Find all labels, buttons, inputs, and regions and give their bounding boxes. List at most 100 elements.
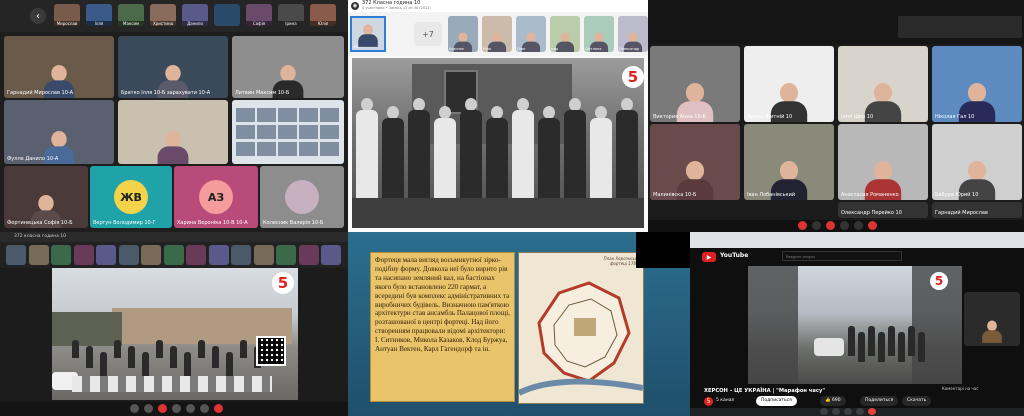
zoom-tile-label: Ілля Щер 10: [841, 114, 874, 120]
zoom-control-button[interactable]: [798, 221, 807, 230]
meet-control-button[interactable]: [868, 408, 876, 415]
bl-control-button[interactable]: [200, 404, 209, 413]
thumb-participant[interactable]: Софія: [246, 4, 272, 26]
bl-thumb[interactable]: [186, 245, 206, 265]
yt-channel-5-logo: 5: [930, 272, 948, 290]
mini-tile: [299, 142, 318, 156]
video-tile[interactable]: АЗ Харина Вероніка 10-В 10-А: [174, 166, 258, 228]
thumb-participant[interactable]: Данило: [182, 4, 208, 26]
bl-thumb[interactable]: [141, 245, 161, 265]
bl-control-button[interactable]: [172, 404, 181, 413]
zoom-control-button[interactable]: [826, 221, 835, 230]
bl-thumb[interactable]: [208, 245, 229, 265]
bl-thumb[interactable]: [231, 245, 251, 265]
bl-thumb[interactable]: [51, 245, 71, 265]
strip-participant[interactable]: Учасник: [448, 16, 478, 52]
video-tile[interactable]: Фертинецька Софія 10-Б: [4, 166, 88, 228]
thumb-participant[interactable]: Юлія: [310, 4, 336, 26]
bl-thumb[interactable]: [28, 245, 49, 265]
yt-person: [888, 326, 895, 356]
meet-control-button[interactable]: [820, 408, 828, 415]
zoom-video-tile[interactable]: Бабура Юрий 10: [932, 124, 1022, 200]
bl-thumb[interactable]: [73, 245, 94, 265]
strip-participant[interactable]: Олег: [516, 16, 546, 52]
strip-participant[interactable]: Ніна: [482, 16, 512, 52]
video-tile[interactable]: Братко Ілля 10-Б зарахувати 10-А: [118, 36, 228, 98]
zoom-control-button[interactable]: [840, 221, 849, 230]
video-tile[interactable]: Фулле Данило 10-А: [4, 100, 114, 164]
meet-control-button[interactable]: [832, 408, 840, 415]
strip-participant[interactable]: Олександр: [618, 16, 648, 52]
meet-control-button[interactable]: [856, 408, 864, 415]
yt-video[interactable]: 5: [748, 266, 962, 384]
fortress-plan-svg: [517, 281, 644, 396]
download-button[interactable]: Скачать: [902, 396, 932, 406]
zoom-control-button[interactable]: [812, 221, 821, 230]
bl-thumb[interactable]: [163, 245, 184, 265]
meet-control-button[interactable]: [844, 408, 852, 415]
video-tile[interactable]: [118, 100, 228, 164]
zoom-video-tile[interactable]: Арина Житній 10: [744, 46, 834, 122]
yt-person: [868, 326, 875, 356]
zoom-video-tile[interactable]: Малинівска 10-Б: [650, 124, 740, 200]
qr-code: [256, 336, 286, 366]
thumb-label: Максим: [118, 21, 144, 26]
slide-text-box: Фортеця мала вигляд восьмикутної зірко-п…: [370, 252, 515, 402]
zoom-video-tile[interactable]: Ніколая Гал 10: [932, 46, 1022, 122]
tile-name-label: Вергун Володимир 10-Г: [93, 220, 156, 226]
self-view-tile[interactable]: Ні...: [350, 16, 386, 52]
zoom-control-button[interactable]: [854, 221, 863, 230]
bl-control-button[interactable]: [214, 404, 223, 413]
meeting-subtitle: 4 участники • Запись 13 из 30 (2022): [362, 6, 431, 10]
yt-person: [898, 332, 905, 362]
photo-figure: [512, 98, 534, 220]
strip-participant[interactable]: Світлана: [584, 16, 614, 52]
zoom-video-tile[interactable]: Гарнадий Мирослав: [932, 202, 1022, 218]
channel-name[interactable]: 5 канал: [716, 398, 734, 403]
strip-participant[interactable]: Ігор: [550, 16, 580, 52]
bl-control-button[interactable]: [130, 404, 139, 413]
zoom-video-tile[interactable]: Ілля Щер 10: [838, 46, 928, 122]
youtube-play-icon[interactable]: ▶: [702, 252, 716, 262]
bl-control-button[interactable]: [144, 404, 153, 413]
yt-search-input[interactable]: [782, 251, 902, 261]
share-button[interactable]: Поделиться: [860, 396, 899, 406]
yt-brand[interactable]: YouTube: [720, 252, 748, 259]
bl-thumb[interactable]: [118, 245, 139, 265]
bl-thumb[interactable]: [6, 245, 26, 265]
thumb-participant[interactable]: Ірина: [278, 4, 304, 26]
zoom-video-tile[interactable]: Олександр Перейко 10: [838, 202, 928, 218]
bl-control-button[interactable]: [158, 404, 167, 413]
zoom-video-tile[interactable]: Анастасия Романенко: [838, 124, 928, 200]
channel-avatar-icon[interactable]: 5: [704, 397, 713, 406]
bl-thumb[interactable]: [96, 245, 116, 265]
tile-name-label: Колесник Валерія 10-Б: [263, 220, 324, 226]
bl-thumb[interactable]: [298, 245, 319, 265]
bl-thumb[interactable]: [321, 245, 341, 265]
nav-left-icon[interactable]: ‹: [30, 8, 46, 24]
photo-figure: [356, 98, 378, 220]
zoom-person-head: [967, 161, 987, 181]
video-tile[interactable]: [232, 100, 344, 164]
street-person: [212, 346, 219, 368]
video-tile[interactable]: ЖВ Вергун Володимир 10-Г: [90, 166, 172, 228]
thumb-participant[interactable]: Ілля: [86, 4, 112, 26]
bl-thumb[interactable]: [276, 245, 296, 265]
video-tile[interactable]: Гарнадий Мирослав 10-А: [4, 36, 114, 98]
like-button[interactable]: 👍 690: [820, 396, 846, 406]
video-tile[interactable]: Колесник Валерія 10-Б: [260, 166, 344, 228]
zoom-video-tile[interactable]: Іван Лобанівський: [744, 124, 834, 200]
thumb-participant[interactable]: Максим: [118, 4, 144, 26]
thumb-participant[interactable]: Христина: [150, 4, 176, 26]
bl-thumb[interactable]: [253, 245, 274, 265]
more-participants-badge[interactable]: +7: [414, 22, 442, 46]
zoom-control-button[interactable]: [868, 221, 877, 230]
mini-tile: [236, 142, 255, 156]
thumb-participant[interactable]: [214, 4, 240, 26]
bl-control-button[interactable]: [186, 404, 195, 413]
video-tile[interactable]: Литвин Максим 10-Б: [232, 36, 344, 98]
thumb-participant[interactable]: Мирослав: [54, 4, 80, 26]
strip-person: [555, 32, 575, 52]
zoom-video-tile[interactable]: Виктория Анна 10-Б: [650, 46, 740, 122]
subscribe-button[interactable]: Подписаться: [756, 396, 797, 406]
